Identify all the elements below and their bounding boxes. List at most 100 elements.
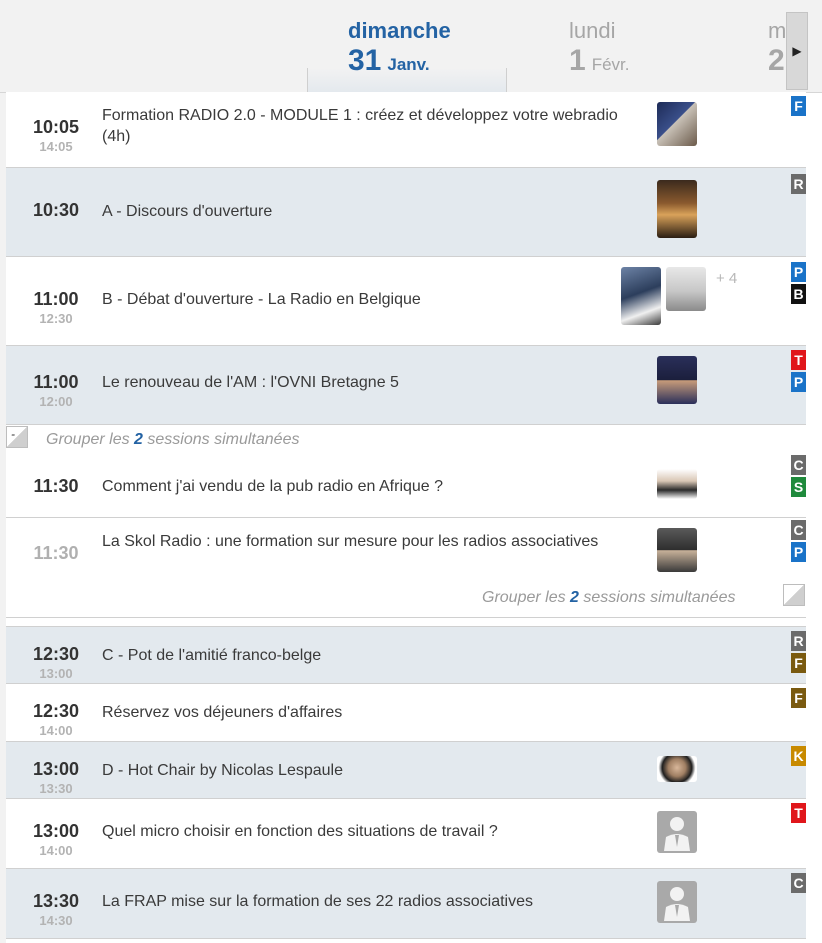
- category-tag[interactable]: B: [791, 284, 806, 304]
- category-tag[interactable]: P: [791, 372, 806, 392]
- session-row[interactable]: 10:30 A - Discours d'ouverture R: [6, 168, 806, 257]
- speaker-avatar[interactable]: [657, 102, 697, 146]
- start-time: 10:30: [32, 200, 80, 220]
- end-time: 13:00: [39, 666, 73, 681]
- start-time: 11:30: [33, 543, 79, 563]
- session-row[interactable]: 11:30 Comment j'ai vendu de la pub radio…: [6, 455, 806, 518]
- expand-toggle[interactable]: [783, 584, 805, 606]
- day-selector: dimanche 31 Janv. lundi 1 Févr. m 2 ▶: [0, 0, 822, 93]
- day-tab-monday[interactable]: lundi 1 Févr.: [569, 18, 629, 78]
- start-time: 12:30: [32, 701, 80, 721]
- day-name: m: [768, 18, 787, 43]
- category-tag[interactable]: F: [791, 653, 806, 673]
- session-row[interactable]: 13:30 14:30 La FRAP mise sur la formatio…: [6, 869, 806, 939]
- session-row[interactable]: 12:30 14:00 Réservez vos déjeuners d'aff…: [6, 684, 806, 742]
- category-tag[interactable]: F: [791, 688, 806, 708]
- category-tag[interactable]: F: [791, 96, 806, 116]
- category-tag[interactable]: K: [791, 746, 806, 766]
- arrow-right-icon: ▶: [792, 44, 802, 58]
- session-title[interactable]: Quel micro choisir en fonction des situa…: [102, 821, 622, 842]
- session-row[interactable]: 13:00 14:00 Quel micro choisir en foncti…: [6, 799, 806, 869]
- session-title[interactable]: D - Hot Chair by Nicolas Lespaule: [102, 760, 622, 781]
- start-time: 12:30: [32, 644, 80, 664]
- category-tag[interactable]: R: [791, 631, 806, 651]
- session-row[interactable]: 12:30 13:00 C - Pot de l'amitié franco-b…: [6, 626, 806, 684]
- next-day-button[interactable]: ▶: [786, 12, 808, 90]
- category-tag[interactable]: P: [791, 542, 806, 562]
- session-title[interactable]: La FRAP mise sur la formation de ses 22 …: [102, 891, 622, 912]
- time-block: 13:00 13:30: [26, 759, 86, 796]
- end-time: 12:00: [39, 394, 73, 409]
- day-number: 1: [569, 44, 586, 77]
- session-row[interactable]: 10:05 14:05 Formation RADIO 2.0 - MODULE…: [6, 92, 806, 168]
- speaker-avatar[interactable]: [657, 180, 697, 238]
- speaker-avatar[interactable]: [657, 528, 697, 572]
- time-block: 10:05 14:05: [26, 117, 86, 154]
- time-block: 10:30: [26, 200, 86, 221]
- category-tag[interactable]: C: [791, 520, 806, 540]
- day-name: lundi: [569, 18, 616, 43]
- category-tag[interactable]: C: [791, 455, 806, 475]
- session-title[interactable]: Comment j'ai vendu de la pub radio en Af…: [102, 476, 622, 497]
- collapse-toggle[interactable]: -: [6, 426, 28, 448]
- time-block: 11:00 12:30: [26, 289, 86, 326]
- start-time: 13:00: [32, 759, 80, 779]
- session-row[interactable]: 11:30 La Skol Radio : une formation sur …: [6, 518, 806, 618]
- time-block: 11:00 12:00: [26, 372, 86, 409]
- group-sessions-label[interactable]: Grouper les 2 sessions simultanées: [482, 589, 735, 607]
- category-tag[interactable]: R: [791, 174, 806, 194]
- session-title[interactable]: C - Pot de l'amitié franco-belge: [102, 645, 622, 666]
- more-speakers-count[interactable]: + 4: [716, 270, 737, 287]
- session-row[interactable]: 11:00 12:00 Le renouveau de l'AM : l'OVN…: [6, 346, 806, 425]
- session-title[interactable]: Le renouveau de l'AM : l'OVNI Bretagne 5: [102, 372, 622, 393]
- person-icon: [664, 887, 690, 921]
- time-block: 12:30 13:00: [26, 644, 86, 681]
- person-icon: [664, 817, 690, 851]
- day-tab-tuesday[interactable]: m 2: [768, 18, 786, 78]
- start-time: 13:00: [32, 821, 80, 841]
- category-tag[interactable]: P: [791, 262, 806, 282]
- speaker-avatar[interactable]: [666, 267, 706, 311]
- category-tag[interactable]: T: [791, 350, 806, 370]
- time-block: 13:30 14:30: [26, 891, 86, 928]
- end-time: 14:00: [39, 843, 73, 858]
- speaker-avatar[interactable]: [657, 756, 697, 782]
- group-sessions-bar[interactable]: - Grouper les 2 sessions simultanées: [6, 425, 806, 455]
- category-tag[interactable]: T: [791, 803, 806, 823]
- session-title[interactable]: A - Discours d'ouverture: [102, 201, 622, 222]
- category-tag[interactable]: S: [791, 477, 806, 497]
- start-time: 11:00: [33, 372, 79, 392]
- end-time: 14:00: [39, 723, 73, 738]
- person-placeholder-icon[interactable]: [657, 881, 697, 923]
- start-time: 13:30: [32, 891, 80, 911]
- person-placeholder-icon[interactable]: [657, 811, 697, 853]
- session-title[interactable]: Formation RADIO 2.0 - MODULE 1 : créez e…: [102, 105, 622, 147]
- category-tag[interactable]: C: [791, 873, 806, 893]
- session-title[interactable]: B - Débat d'ouverture - La Radio en Belg…: [102, 289, 622, 310]
- day-number: 31: [348, 44, 382, 77]
- session-row[interactable]: 11:00 12:30 B - Débat d'ouverture - La R…: [6, 257, 806, 346]
- speaker-avatar[interactable]: [621, 267, 661, 325]
- time-block: 11:30: [26, 476, 86, 497]
- end-time: 13:30: [39, 781, 73, 796]
- end-time: 12:30: [39, 311, 73, 326]
- day-tab-sunday[interactable]: dimanche 31 Janv.: [348, 18, 451, 78]
- day-name: dimanche: [348, 18, 451, 43]
- start-time: 10:05: [32, 117, 80, 137]
- end-time: 14:05: [39, 139, 73, 154]
- group-sessions-label[interactable]: Grouper les 2 sessions simultanées: [46, 431, 299, 449]
- start-time: 11:00: [33, 289, 79, 309]
- day-number: 2: [768, 44, 785, 77]
- time-block: 11:30: [26, 543, 86, 564]
- session-title[interactable]: La Skol Radio : une formation sur mesure…: [102, 531, 622, 552]
- speaker-avatar[interactable]: [657, 356, 697, 404]
- group-separator: [6, 618, 806, 626]
- session-row[interactable]: 13:00 13:30 D - Hot Chair by Nicolas Les…: [6, 742, 806, 799]
- session-title[interactable]: Réservez vos déjeuners d'affaires: [102, 702, 622, 723]
- day-month: Janv.: [387, 55, 430, 74]
- start-time: 11:30: [33, 476, 79, 496]
- time-block: 12:30 14:00: [26, 701, 86, 738]
- speaker-avatar[interactable]: [657, 469, 697, 499]
- end-time: 14:30: [39, 913, 73, 928]
- time-block: 13:00 14:00: [26, 821, 86, 858]
